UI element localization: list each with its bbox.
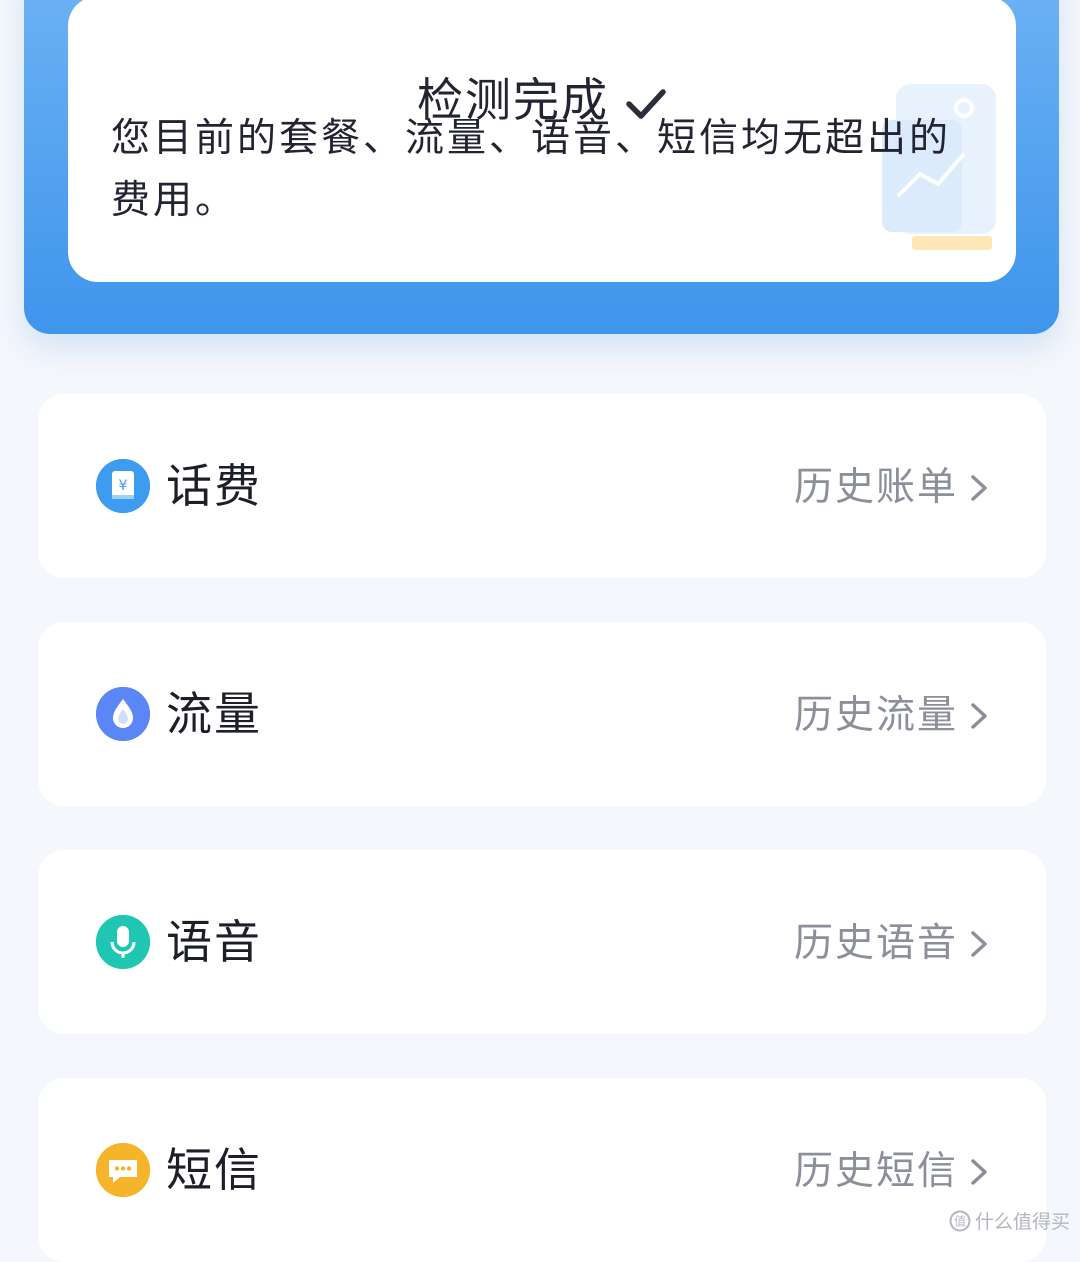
svg-text:值: 值 <box>954 1213 966 1228</box>
chevron-right-icon <box>971 931 987 957</box>
history-bill-link[interactable]: 历史账单 <box>794 460 990 516</box>
list-item-sms[interactable]: 短信 历史短信 <box>38 1078 1046 1262</box>
history-data-link[interactable]: 历史流量 <box>794 688 990 744</box>
watermark-text: 什么值得买 <box>974 1211 1070 1233</box>
history-link-label: 历史短信 <box>793 1149 958 1194</box>
microphone-icon <box>96 915 150 969</box>
list-item-voice[interactable]: 语音 历史语音 <box>38 850 1046 1034</box>
result-card: 检测完成 您目前的套餐、流量、语音、短信均无超出的费用。 <box>24 0 1059 334</box>
chevron-right-icon <box>971 475 987 501</box>
list-item-data[interactable]: 流量 历史流量 <box>38 622 1046 806</box>
chevron-right-icon <box>971 1159 987 1185</box>
list-item-label: 话费 <box>166 459 262 513</box>
list-item-label: 短信 <box>166 1143 262 1197</box>
bill-icon: ¥ <box>96 459 150 513</box>
result-panel: 检测完成 您目前的套餐、流量、语音、短信均无超出的费用。 <box>68 0 1016 282</box>
history-link-label: 历史流量 <box>793 693 958 738</box>
list-item-label: 流量 <box>166 687 262 741</box>
history-voice-link[interactable]: 历史语音 <box>794 916 990 972</box>
history-sms-link[interactable]: 历史短信 <box>794 1144 990 1200</box>
result-description: 您目前的套餐、流量、语音、短信均无超出的费用。 <box>111 116 952 223</box>
watermark-logo-icon: 值 <box>949 1210 971 1231</box>
list-item-label: 语音 <box>166 915 262 969</box>
chevron-right-icon <box>971 703 987 729</box>
message-icon <box>96 1143 150 1197</box>
watermark: 值 什么值得买 <box>949 1207 1070 1234</box>
svg-text:¥: ¥ <box>119 478 128 494</box>
data-drop-icon <box>96 687 150 741</box>
list-item-bill[interactable]: ¥ 话费 历史账单 <box>38 394 1046 578</box>
history-link-label: 历史语音 <box>793 921 958 966</box>
history-link-label: 历史账单 <box>793 465 958 510</box>
